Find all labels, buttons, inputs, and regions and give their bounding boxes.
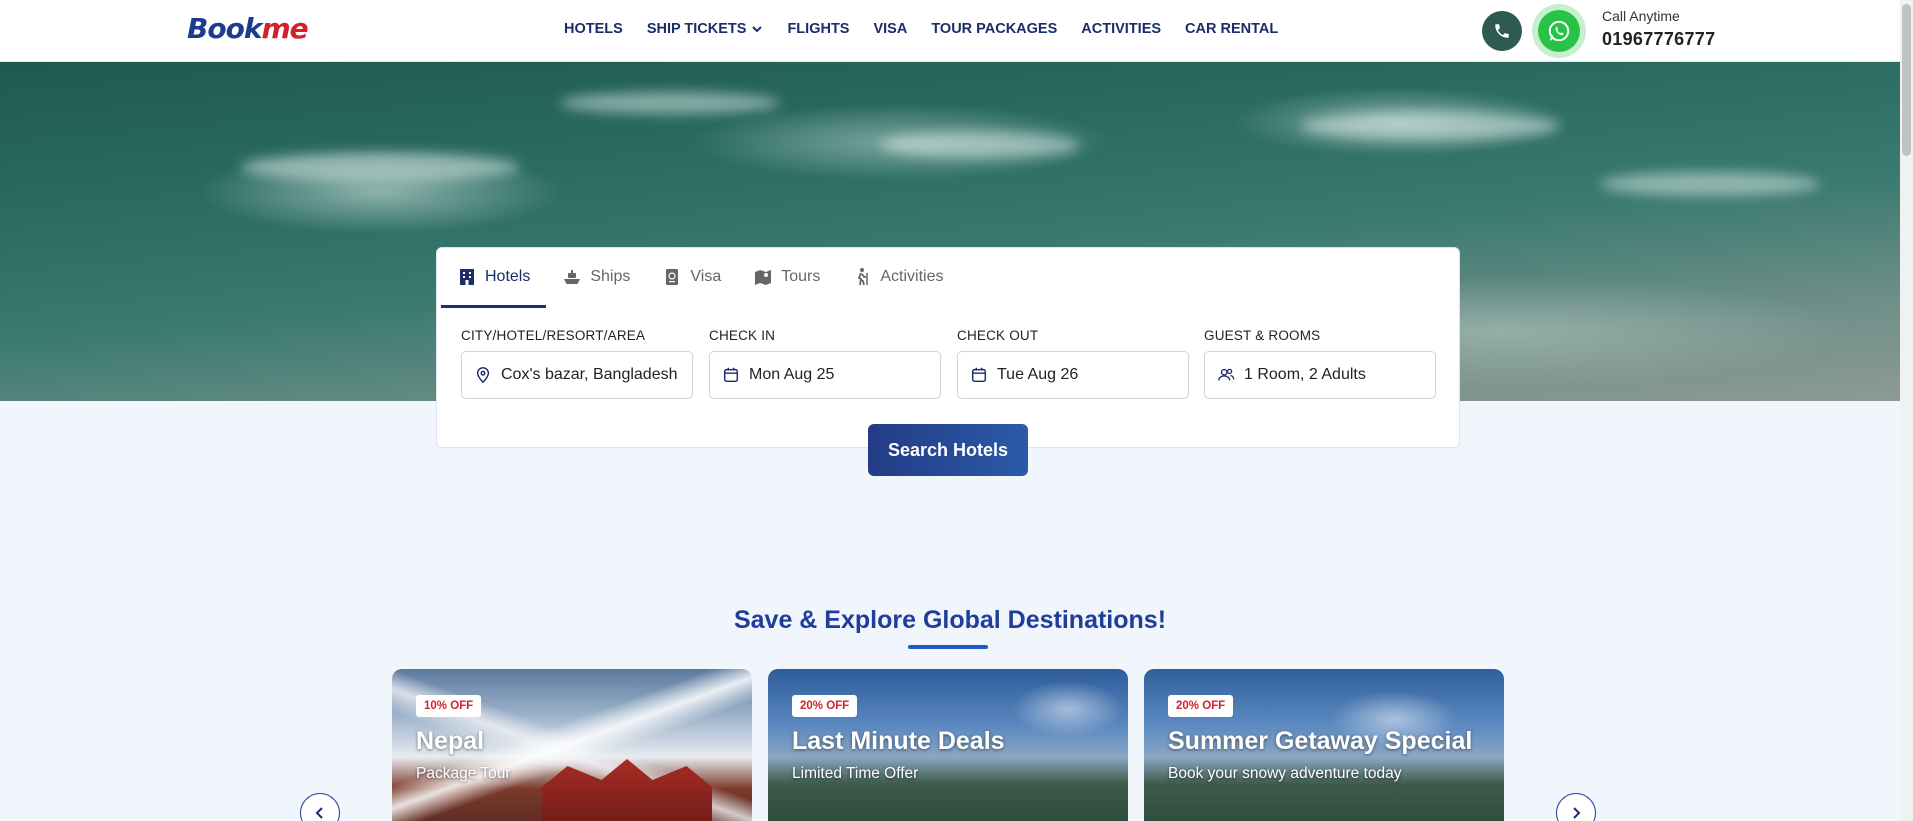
temple-illustration: [542, 759, 712, 821]
location-pin-icon: [476, 367, 490, 384]
calendar-icon: [723, 367, 739, 383]
call-anytime-label: Call Anytime: [1602, 8, 1680, 24]
nav-flights[interactable]: FLIGHTS: [787, 21, 849, 37]
destination-card-nepal[interactable]: 10% OFF Nepal Package Tour: [392, 669, 752, 821]
tab-hotels[interactable]: Hotels: [441, 248, 547, 308]
main-nav: HOTELS SHIP TICKETS FLIGHTS VISA TOUR PA…: [564, 21, 1302, 37]
nav-tour-packages[interactable]: TOUR PACKAGES: [931, 21, 1057, 37]
nav-activities[interactable]: ACTIVITIES: [1081, 21, 1161, 37]
card-subtitle: Package Tour: [416, 765, 511, 782]
title-underline: [908, 645, 988, 649]
wave-foam: [560, 92, 780, 114]
check-out-field[interactable]: Tue Aug 26: [957, 351, 1189, 399]
discount-badge: 10% OFF: [416, 695, 482, 717]
call-number[interactable]: 01967776777: [1602, 29, 1715, 50]
map-icon: [755, 270, 772, 285]
card-title: Last Minute Deals: [792, 727, 1005, 755]
nav-hotels[interactable]: HOTELS: [564, 21, 623, 37]
card-title: Nepal: [416, 727, 485, 755]
destination-card-summer[interactable]: 20% OFF Summer Getaway Special Book your…: [1144, 669, 1504, 821]
chevron-right-icon: [1573, 807, 1581, 819]
nav-ship-tickets[interactable]: SHIP TICKETS: [647, 21, 764, 37]
discount-badge: 20% OFF: [792, 695, 858, 717]
tab-visa[interactable]: Visa: [646, 248, 737, 306]
ship-icon: [564, 270, 581, 284]
carousel-next-button[interactable]: [1556, 793, 1596, 821]
tab-activities[interactable]: Activities: [836, 248, 959, 306]
search-hotels-button[interactable]: Search Hotels: [868, 424, 1028, 476]
calendar-icon: [971, 367, 987, 383]
wave-foam: [880, 132, 1080, 158]
guests-label: GUEST & ROOMS: [1204, 328, 1321, 343]
phone-icon: [1495, 24, 1509, 38]
check-out-label: CHECK OUT: [957, 328, 1039, 343]
nav-visa[interactable]: VISA: [873, 21, 907, 37]
location-label: CITY/HOTEL/RESORT/AREA: [461, 328, 646, 343]
card-title: Summer Getaway Special: [1168, 727, 1473, 755]
users-icon: [1218, 368, 1235, 381]
passport-icon: [666, 269, 679, 285]
guests-field[interactable]: 1 Room, 2 Adults: [1204, 351, 1436, 399]
search-tabs: Hotels Ships Visa Tours Activities: [441, 248, 959, 308]
tab-tours[interactable]: Tours: [737, 248, 836, 306]
section-title: Save & Explore Global Destinations!: [733, 606, 1167, 634]
nav-car-rental[interactable]: CAR RENTAL: [1185, 21, 1278, 37]
whatsapp-icon: [1548, 20, 1570, 42]
discount-badge: 20% OFF: [1168, 695, 1234, 717]
card-subtitle: Book your snowy adventure today: [1168, 765, 1402, 782]
wave-foam: [240, 152, 520, 182]
search-panel: Hotels Ships Visa Tours Activities CITY/…: [436, 247, 1460, 448]
phone-button[interactable]: [1482, 11, 1522, 51]
check-in-label: CHECK IN: [709, 328, 776, 343]
scrollbar-thumb[interactable]: [1902, 4, 1911, 156]
hiking-icon: [858, 268, 869, 286]
bookme-logo[interactable]: Bookme: [187, 12, 309, 45]
chevron-down-icon: [752, 26, 763, 33]
tab-ships[interactable]: Ships: [546, 248, 646, 306]
card-subtitle: Limited Time Offer: [792, 765, 919, 782]
wave-foam: [1300, 112, 1560, 140]
check-in-field[interactable]: Mon Aug 25: [709, 351, 941, 399]
whatsapp-button[interactable]: [1532, 4, 1586, 58]
destination-card-last-minute[interactable]: 20% OFF Last Minute Deals Limited Time O…: [768, 669, 1128, 821]
carousel-prev-button[interactable]: [300, 793, 340, 821]
wave-foam: [1600, 172, 1820, 196]
hotel-icon: [460, 269, 474, 285]
site-header: Bookme HOTELS SHIP TICKETS FLIGHTS VISA …: [0, 0, 1900, 62]
chevron-left-icon: [315, 807, 323, 819]
location-field[interactable]: Cox's bazar, Bangladesh: [461, 351, 693, 399]
